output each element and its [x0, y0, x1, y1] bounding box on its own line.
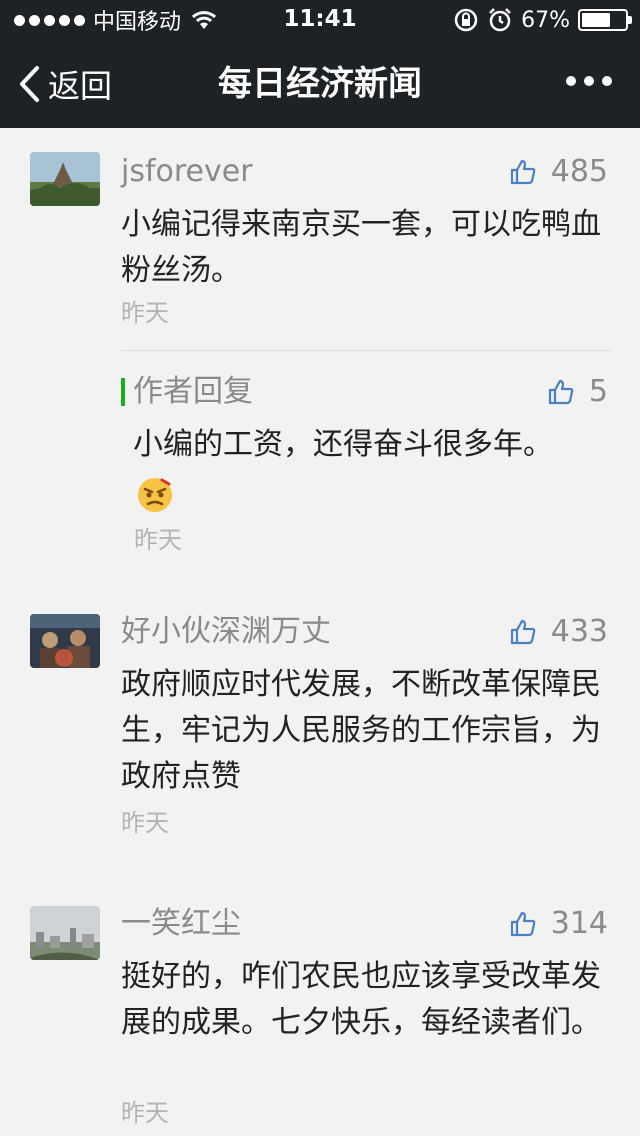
top-bar: 中国移动 11:41 67% 返回 每日经济新闻	[0, 0, 640, 128]
like-count: 485	[550, 154, 608, 189]
avatar[interactable]	[30, 906, 100, 960]
reply-text: 小编的工资，还得奋斗很多年。	[133, 427, 553, 462]
page-title: 每日经济新闻	[218, 64, 422, 104]
nav-bar: 返回 每日经济新闻	[0, 40, 640, 128]
like-button[interactable]: 433	[509, 612, 608, 652]
thumbs-up-icon	[510, 911, 536, 937]
avatar[interactable]	[30, 614, 100, 668]
battery-percent: 67%	[521, 7, 570, 33]
reply-like-button[interactable]: 5	[547, 372, 608, 412]
reply-label: 作者回复	[133, 374, 253, 409]
like-count: 433	[550, 614, 608, 649]
more-icon[interactable]	[566, 76, 612, 86]
angry-emoji-icon	[138, 478, 172, 512]
comment-text: 政府顺应时代发展，不断改革保障民生，牢记为人民服务的工作宗旨，为政府点赞	[121, 667, 601, 794]
comment-text: 小编记得来南京买一套，可以吃鸭血粉丝汤。	[121, 207, 601, 288]
like-count: 5	[588, 374, 608, 409]
alarm-icon	[489, 8, 511, 32]
thumbs-up-icon	[548, 379, 574, 405]
reply-time: 昨天	[134, 526, 182, 554]
status-right: 67%	[453, 6, 632, 34]
reply-indicator	[121, 378, 125, 406]
comment-list: jsforever 485 小编记得来南京买一套，可以吃鸭血粉丝汤。 昨天 作者…	[0, 128, 640, 1136]
like-button[interactable]: 314	[509, 904, 608, 944]
comment-username[interactable]: jsforever	[121, 152, 253, 192]
comment-time: 昨天	[121, 809, 169, 837]
thumbs-up-icon	[510, 619, 536, 645]
like-button[interactable]: 485	[509, 152, 608, 192]
comment-text: 挺好的，咋们农民也应该享受改革发展的成果。七夕快乐，每经读者们。	[121, 959, 601, 1040]
divider	[121, 350, 611, 351]
comment-username[interactable]: 好小伙深渊万丈	[121, 612, 331, 652]
comment-username[interactable]: 一笑红尘	[121, 904, 241, 944]
comment-time: 昨天	[121, 1099, 169, 1127]
avatar[interactable]	[30, 152, 100, 206]
comment-time: 昨天	[121, 299, 169, 327]
rotation-lock-icon	[454, 8, 478, 32]
like-count: 314	[550, 906, 608, 941]
battery-icon	[578, 9, 632, 31]
thumbs-up-icon	[510, 159, 536, 185]
status-bar: 中国移动 11:41 67%	[0, 0, 640, 40]
